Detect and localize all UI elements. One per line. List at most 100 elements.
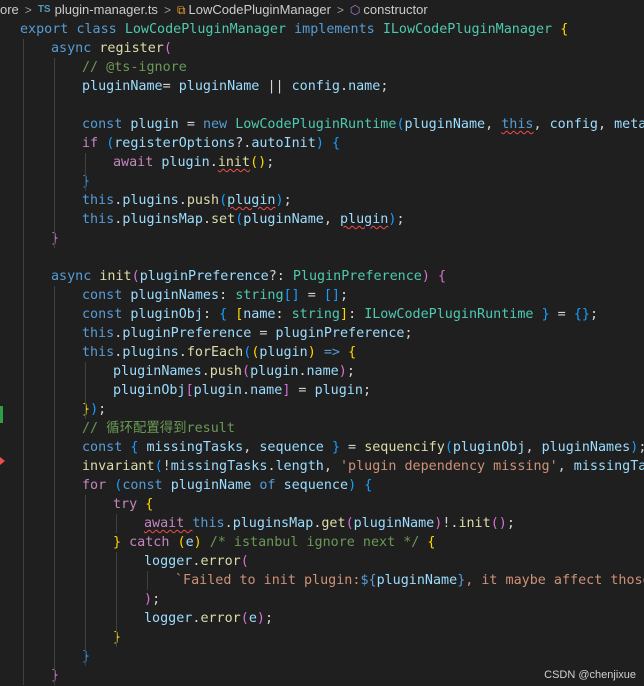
breadcrumb-separator: >: [336, 3, 344, 17]
code-editor[interactable]: export class LowCodePluginManager implem…: [0, 20, 644, 686]
breadcrumb-item-file[interactable]: TS plugin-manager.ts: [38, 0, 158, 20]
code-token: }: [82, 174, 91, 189]
breadcrumb-item-method[interactable]: ⬡ constructor: [350, 0, 428, 20]
code-token: error: [200, 611, 241, 626]
code-token: config: [291, 79, 340, 94]
code-token: invariant: [82, 459, 155, 474]
code-token: (: [177, 535, 186, 550]
code-line[interactable]: }: [51, 666, 59, 685]
code-token: ;: [506, 516, 515, 531]
code-line[interactable]: this.plugins.forEach((plugin) => {: [82, 343, 356, 362]
code-token: logger: [144, 611, 193, 626]
code-line[interactable]: pluginNames.push(plugin.name);: [113, 362, 355, 381]
code-line[interactable]: try {: [113, 495, 153, 514]
code-token: ${: [360, 573, 377, 588]
code-line[interactable]: pluginObj[plugin.name] = plugin;: [113, 381, 371, 400]
code-token: ;: [638, 440, 644, 455]
code-token: // 循环配置得到result: [82, 421, 235, 436]
code-token: PluginPreference: [292, 269, 422, 284]
code-token: forEach: [186, 345, 244, 360]
code-token: []: [323, 288, 340, 303]
code-line[interactable]: logger.error(: [144, 552, 249, 571]
code-token: registerOptions: [114, 136, 236, 151]
code-line[interactable]: `Failed to init plugin:${pluginName}, it…: [175, 571, 644, 590]
code-token: name: [243, 307, 276, 322]
code-token: []: [283, 288, 300, 303]
indent-guide: [116, 514, 117, 533]
code-line[interactable]: }: [82, 172, 90, 191]
code-line[interactable]: // 循环配置得到result: [82, 419, 235, 438]
code-token: =: [340, 440, 365, 455]
code-token: for: [82, 478, 115, 493]
code-token: plugin: [227, 193, 276, 208]
code-token: ): [275, 193, 284, 208]
code-line[interactable]: await this.pluginsMap.get(pluginName)!.i…: [144, 514, 515, 533]
code-token: this: [82, 212, 115, 227]
code-token: .: [267, 459, 276, 474]
code-line[interactable]: this.plugins.push(plugin);: [82, 191, 292, 210]
code-token: :: [219, 288, 236, 303]
code-token: ;: [98, 402, 107, 417]
code-line[interactable]: async register(: [51, 39, 172, 58]
code-token: try: [113, 497, 146, 512]
code-line[interactable]: }: [82, 647, 90, 666]
code-line[interactable]: if (registerOptions?.autoInit) {: [82, 134, 340, 153]
code-token: init: [458, 516, 491, 531]
code-token: }: [541, 307, 550, 322]
code-token: class: [76, 22, 125, 37]
code-token: ,: [557, 459, 574, 474]
code-token: (: [219, 193, 228, 208]
code-token: ||: [267, 79, 292, 94]
indent-guide: [85, 362, 86, 419]
code-token: :: [202, 307, 220, 322]
code-line[interactable]: this.pluginPreference = pluginPreference…: [82, 324, 413, 343]
code-token: // @ts-ignore: [82, 60, 187, 75]
code-token: push: [209, 364, 242, 379]
code-line[interactable]: this.pluginsMap.set(pluginName, plugin);: [82, 210, 405, 229]
code-line[interactable]: for (const pluginName of sequence) {: [82, 476, 372, 495]
code-token: name: [306, 364, 339, 379]
code-token: sequence: [283, 478, 349, 493]
breadcrumb-item-class[interactable]: ⧉ LowCodePluginManager: [177, 0, 331, 20]
indent-guide: [23, 39, 24, 685]
code-line[interactable]: export class LowCodePluginManager implem…: [20, 20, 568, 39]
code-token: pluginName: [376, 573, 458, 588]
code-line[interactable]: } catch (e) /* istanbul ignore next */ {: [113, 533, 435, 552]
code-token: .: [209, 155, 218, 170]
code-token: `Failed to init plugin:: [175, 573, 361, 588]
code-line[interactable]: async init(pluginPreference?: PluginPref…: [51, 267, 446, 286]
code-token: async: [51, 269, 100, 284]
code-token: }: [51, 231, 60, 246]
code-token: init: [217, 155, 251, 170]
code-line[interactable]: const plugin = new LowCodePluginRuntime(…: [82, 115, 644, 134]
code-line[interactable]: const pluginObj: { [name: string]: ILowC…: [82, 305, 598, 324]
indent-guide: [54, 286, 55, 685]
code-line[interactable]: }: [113, 628, 121, 647]
breadcrumb-separator: >: [163, 3, 171, 17]
code-line[interactable]: invariant(!missingTasks.length, 'plugin …: [82, 457, 644, 476]
code-line[interactable]: pluginName= pluginName || config.name;: [82, 77, 388, 96]
code-token: ;: [589, 307, 598, 322]
code-line[interactable]: logger.error(e);: [144, 609, 273, 628]
code-token: e: [185, 535, 194, 550]
code-line[interactable]: // @ts-ignore: [82, 58, 187, 77]
code-token: const: [82, 440, 131, 455]
code-line[interactable]: }: [51, 229, 59, 248]
code-token: ,: [243, 440, 260, 455]
code-token: ,: [485, 117, 502, 132]
code-token: pluginPreference: [275, 326, 405, 341]
code-token: plugins: [122, 193, 179, 208]
code-line[interactable]: await plugin.init();: [113, 153, 274, 172]
code-line[interactable]: const { missingTasks, sequence } = seque…: [82, 438, 644, 457]
code-line[interactable]: const pluginNames: string[] = [];: [82, 286, 348, 305]
code-token: pluginName: [243, 212, 324, 227]
breadcrumb-item-folder[interactable]: ore: [0, 0, 19, 20]
code-token: {: [219, 307, 236, 322]
code-token: string: [235, 288, 284, 303]
code-token: ;: [266, 155, 275, 170]
typescript-file-icon: TS: [37, 4, 51, 15]
code-line[interactable]: );: [144, 590, 160, 609]
code-token: .: [202, 212, 211, 227]
